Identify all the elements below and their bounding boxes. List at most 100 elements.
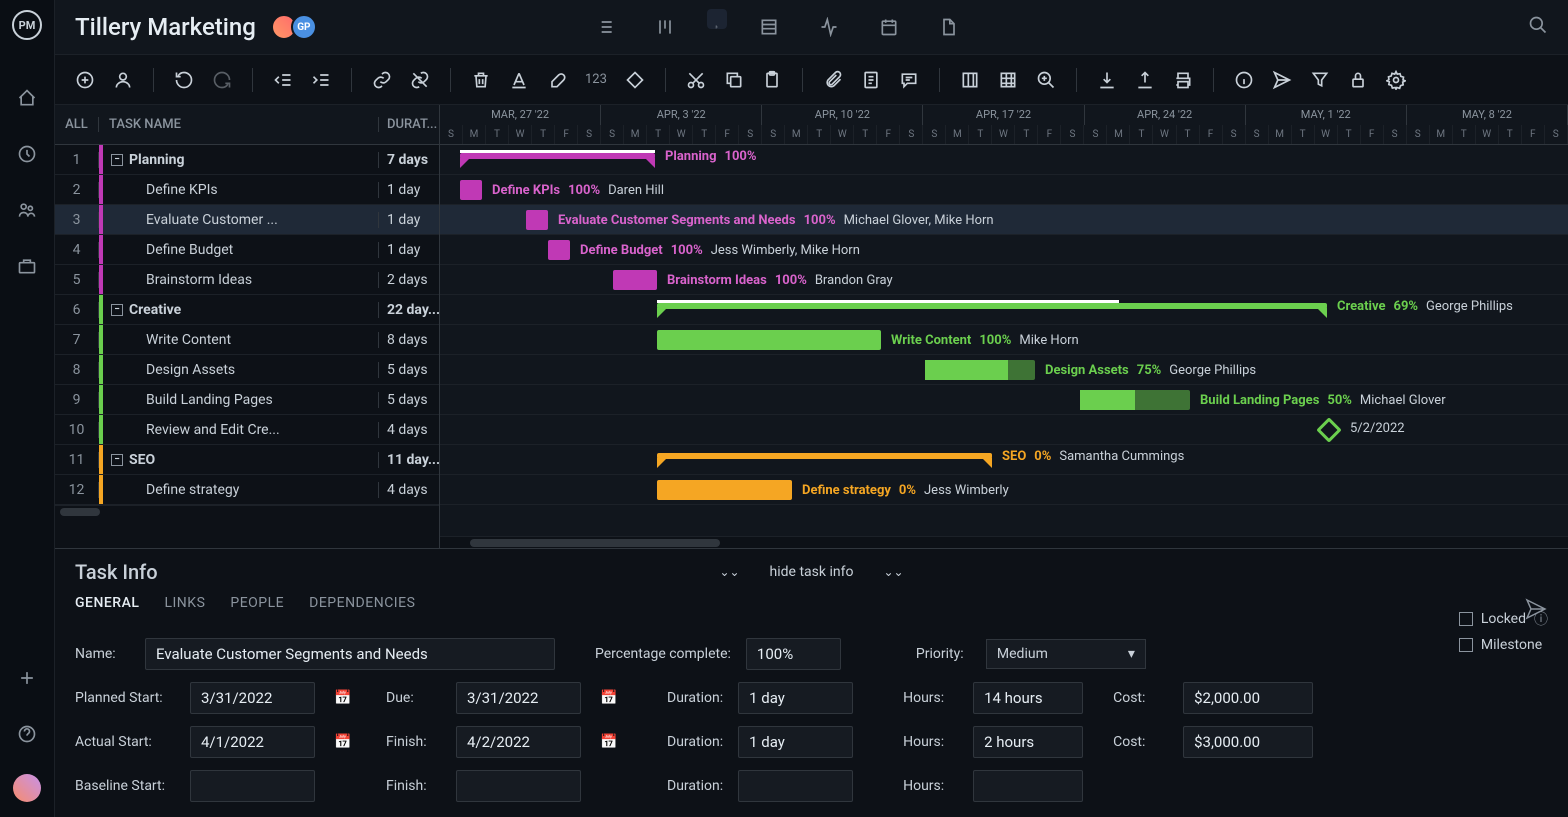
- task-row[interactable]: 3Evaluate Customer ...1 day: [55, 205, 439, 235]
- help-icon[interactable]: [17, 724, 37, 744]
- task-row[interactable]: 4Define Budget1 day: [55, 235, 439, 265]
- delete-icon[interactable]: [471, 70, 491, 90]
- file-view-icon[interactable]: [939, 17, 959, 37]
- baseline-dur-input[interactable]: [738, 770, 853, 802]
- info-icon[interactable]: [1234, 70, 1254, 90]
- activity-view-icon[interactable]: [819, 17, 839, 37]
- gantt-row[interactable]: Brainstorm Ideas100%Brandon Gray: [440, 265, 1568, 295]
- priority-dropdown[interactable]: Medium▾: [986, 639, 1146, 669]
- outdent-icon[interactable]: [273, 70, 293, 90]
- baseline-hours-input[interactable]: [973, 770, 1083, 802]
- task-row[interactable]: 9Build Landing Pages5 days: [55, 385, 439, 415]
- search-icon[interactable]: [1528, 15, 1548, 39]
- gantt-row[interactable]: Design Assets75%George Phillips: [440, 355, 1568, 385]
- copy-icon[interactable]: [724, 70, 744, 90]
- board-view-icon[interactable]: [655, 17, 675, 37]
- cost-input[interactable]: [1183, 682, 1313, 714]
- task-name-input[interactable]: [145, 638, 555, 670]
- format-icon[interactable]: [509, 70, 529, 90]
- gantt-row[interactable]: 5/2/2022: [440, 415, 1568, 445]
- gantt-scrollbar[interactable]: [440, 536, 1568, 548]
- people-icon[interactable]: [17, 200, 37, 220]
- paste-icon[interactable]: [762, 70, 782, 90]
- gantt-row[interactable]: Define Budget100%Jess Wimberly, Mike Hor…: [440, 235, 1568, 265]
- zoom-icon[interactable]: [1036, 70, 1056, 90]
- diamond-icon[interactable]: [625, 70, 645, 90]
- calendar-icon[interactable]: 📅: [596, 729, 622, 755]
- tab-general[interactable]: GENERAL: [75, 595, 139, 623]
- col-all[interactable]: ALL: [55, 117, 99, 132]
- task-row[interactable]: 6−Creative22 day...: [55, 295, 439, 325]
- columns-icon[interactable]: [960, 70, 980, 90]
- lock-icon[interactable]: [1348, 70, 1368, 90]
- gantt-row[interactable]: Define strategy0%Jess Wimberly: [440, 475, 1568, 505]
- link-icon[interactable]: [372, 70, 392, 90]
- send-icon[interactable]: [1272, 70, 1292, 90]
- locked-checkbox[interactable]: [1459, 612, 1473, 626]
- briefcase-icon[interactable]: [17, 256, 37, 276]
- gantt-row[interactable]: Planning100%: [440, 145, 1568, 175]
- hours-input[interactable]: [973, 682, 1083, 714]
- gantt-row[interactable]: Write Content100%Mike Horn: [440, 325, 1568, 355]
- hours-input-2[interactable]: [973, 726, 1083, 758]
- print-icon[interactable]: [1173, 70, 1193, 90]
- task-row[interactable]: 5Brainstorm Ideas2 days: [55, 265, 439, 295]
- indent-icon[interactable]: [311, 70, 331, 90]
- hide-panel-button[interactable]: hide task info: [770, 564, 854, 580]
- info-icon[interactable]: ⓘ: [1534, 609, 1548, 629]
- project-avatars[interactable]: GP: [271, 14, 311, 40]
- home-icon[interactable]: [17, 88, 37, 108]
- user-avatar[interactable]: [13, 774, 41, 802]
- redo-icon[interactable]: [212, 70, 232, 90]
- due-input[interactable]: [456, 682, 581, 714]
- planned-start-input[interactable]: [190, 682, 315, 714]
- tab-links[interactable]: LINKS: [164, 595, 205, 623]
- cut-icon[interactable]: [686, 70, 706, 90]
- col-task-name[interactable]: TASK NAME: [99, 117, 379, 132]
- filter-icon[interactable]: [1310, 70, 1330, 90]
- calendar-view-icon[interactable]: [879, 17, 899, 37]
- gantt-row[interactable]: Define KPIs100%Daren Hill: [440, 175, 1568, 205]
- sheet-view-icon[interactable]: [759, 17, 779, 37]
- import-icon[interactable]: [1097, 70, 1117, 90]
- settings-icon[interactable]: [1386, 70, 1406, 90]
- add-icon[interactable]: [75, 70, 95, 90]
- cost-input-2[interactable]: [1183, 726, 1313, 758]
- milestone-checkbox[interactable]: [1459, 638, 1473, 652]
- chevron-down-icon[interactable]: ⌄⌄: [719, 565, 739, 579]
- list-view-icon[interactable]: [595, 17, 615, 37]
- plus-icon[interactable]: [17, 668, 37, 688]
- duration-input-2[interactable]: [738, 726, 853, 758]
- unlink-icon[interactable]: [410, 70, 430, 90]
- task-row[interactable]: 8Design Assets5 days: [55, 355, 439, 385]
- assign-icon[interactable]: [113, 70, 133, 90]
- task-row[interactable]: 10Review and Edit Cre...4 days: [55, 415, 439, 445]
- chevron-down-icon[interactable]: ⌄⌄: [883, 565, 903, 579]
- gantt-view-icon[interactable]: [707, 9, 727, 29]
- task-scrollbar[interactable]: [55, 505, 439, 517]
- baseline-start-input[interactable]: [190, 770, 315, 802]
- calendar-icon[interactable]: 📅: [596, 685, 622, 711]
- calendar-icon[interactable]: 📅: [330, 685, 356, 711]
- note-icon[interactable]: [861, 70, 881, 90]
- gantt-row[interactable]: Creative69%George Phillips: [440, 295, 1568, 325]
- export-icon[interactable]: [1135, 70, 1155, 90]
- undo-icon[interactable]: [174, 70, 194, 90]
- app-logo[interactable]: PM: [12, 10, 42, 40]
- grid-icon[interactable]: [998, 70, 1018, 90]
- baseline-finish-input[interactable]: [456, 770, 581, 802]
- gantt-row[interactable]: Build Landing Pages50%Michael Glover: [440, 385, 1568, 415]
- finish-input[interactable]: [456, 726, 581, 758]
- comment-icon[interactable]: [899, 70, 919, 90]
- color-icon[interactable]: [547, 70, 567, 90]
- gantt-row[interactable]: SEO0%Samantha Cummings: [440, 445, 1568, 475]
- actual-start-input[interactable]: [190, 726, 315, 758]
- col-duration[interactable]: DURAT...: [379, 117, 439, 132]
- duration-input[interactable]: [738, 682, 853, 714]
- task-row[interactable]: 2Define KPIs1 day: [55, 175, 439, 205]
- calendar-icon[interactable]: 📅: [330, 729, 356, 755]
- task-row[interactable]: 12Define strategy4 days: [55, 475, 439, 505]
- attach-icon[interactable]: [823, 70, 843, 90]
- gantt-row[interactable]: Evaluate Customer Segments and Needs100%…: [440, 205, 1568, 235]
- tab-people[interactable]: PEOPLE: [230, 595, 284, 623]
